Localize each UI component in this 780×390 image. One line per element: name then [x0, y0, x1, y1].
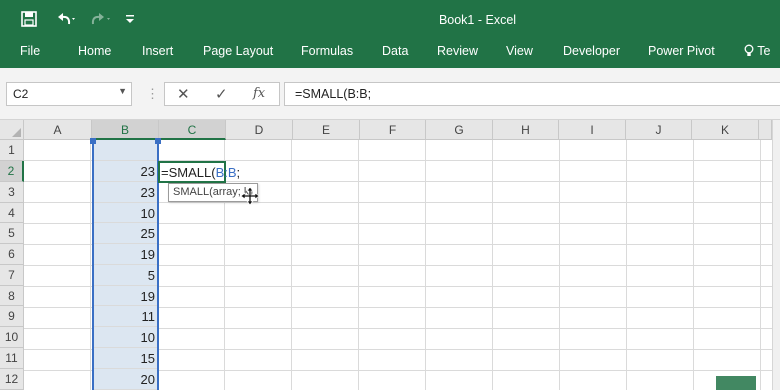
cancel-icon[interactable]: ✕ — [177, 85, 190, 103]
worksheet-grid[interactable]: A B C D E F G H I J K 1 2 3 4 5 6 7 8 9 … — [0, 120, 780, 390]
tab-view[interactable]: View — [506, 44, 533, 58]
cell-b5[interactable]: 25 — [92, 223, 159, 244]
column-header-f[interactable]: F — [360, 120, 426, 140]
sheet-view-icon — [716, 376, 756, 390]
row-header-2[interactable]: 2 — [0, 161, 24, 182]
cell-b6[interactable]: 19 — [92, 244, 159, 265]
formula-bar-buttons: ✕ ✓ fx — [164, 82, 280, 106]
column-header-c[interactable]: C — [159, 120, 226, 140]
cell-b11[interactable]: 15 — [92, 348, 159, 369]
formula-suffix: ; — [236, 165, 241, 180]
tab-page-layout[interactable]: Page Layout — [203, 44, 273, 58]
vertical-scrollbar[interactable] — [772, 120, 780, 390]
tab-data[interactable]: Data — [382, 44, 408, 58]
column-header-l[interactable] — [759, 120, 772, 140]
row-header-8[interactable]: 8 — [0, 286, 24, 306]
row-header-12[interactable]: 12 — [0, 369, 24, 390]
move-cursor-icon — [240, 186, 260, 211]
tell-me-label: Te — [757, 44, 771, 58]
column-header-h[interactable]: H — [493, 120, 559, 140]
tab-insert[interactable]: Insert — [142, 44, 173, 58]
tab-power-pivot[interactable]: Power Pivot — [648, 44, 715, 58]
row-header-11[interactable]: 11 — [0, 348, 24, 369]
cell-b8[interactable]: 19 — [92, 286, 159, 306]
select-all-corner[interactable] — [0, 120, 24, 140]
row-header-3[interactable]: 3 — [0, 182, 24, 203]
range-handle[interactable] — [90, 138, 96, 144]
formula-bar-resize-handle[interactable]: ⋮ — [146, 86, 159, 102]
formula-range-ref: B:B — [215, 165, 237, 180]
title-bar: Book1 - Excel — [0, 0, 780, 40]
column-header-g[interactable]: G — [426, 120, 493, 140]
formula-input[interactable]: =SMALL(B:B; — [284, 82, 780, 106]
enter-icon[interactable]: ✓ — [215, 85, 228, 103]
lightbulb-icon — [744, 44, 754, 56]
tab-file[interactable]: File — [20, 44, 40, 58]
column-header-k[interactable]: K — [692, 120, 759, 140]
row-header-10[interactable]: 10 — [0, 327, 24, 348]
cell-b1[interactable] — [92, 140, 159, 161]
row-header-5[interactable]: 5 — [0, 223, 24, 244]
tab-formulas[interactable]: Formulas — [301, 44, 353, 58]
cell-b12[interactable]: 20 — [92, 369, 159, 390]
range-handle[interactable] — [155, 138, 161, 144]
tell-me-box[interactable]: Te — [744, 44, 770, 58]
row-header-7[interactable]: 7 — [0, 265, 24, 286]
cell-b2[interactable]: 23 — [92, 161, 159, 182]
cell-b4[interactable]: 10 — [92, 203, 159, 223]
row-header-1[interactable]: 1 — [0, 140, 24, 161]
active-cell-c2[interactable]: =SMALL(B:B; — [158, 161, 240, 183]
formula-prefix: =SMALL( — [161, 165, 216, 180]
ribbon-tabs: File Home Insert Page Layout Formulas Da… — [0, 40, 780, 68]
column-header-b[interactable]: B — [92, 120, 159, 140]
window-title: Book1 - Excel — [438, 13, 517, 27]
row-header-9[interactable]: 9 — [0, 306, 24, 327]
insert-function-icon[interactable]: fx — [253, 86, 265, 101]
cell-b10[interactable]: 10 — [92, 327, 159, 348]
column-header-j[interactable]: J — [626, 120, 692, 140]
column-header-e[interactable]: E — [293, 120, 360, 140]
cell-b9[interactable]: 11 — [92, 306, 159, 327]
cell-b7[interactable]: 5 — [92, 265, 159, 286]
column-header-a[interactable]: A — [24, 120, 92, 140]
tab-home[interactable]: Home — [78, 44, 111, 58]
tab-developer[interactable]: Developer — [563, 44, 620, 58]
row-header-4[interactable]: 4 — [0, 203, 24, 223]
row-header-6[interactable]: 6 — [0, 244, 24, 265]
formula-bar-area: C2 ▼ ⋮ ✕ ✓ fx =SMALL(B:B; — [0, 68, 780, 120]
column-header-i[interactable]: I — [559, 120, 626, 140]
tab-review[interactable]: Review — [437, 44, 478, 58]
name-box[interactable]: C2 ▼ — [6, 82, 132, 106]
name-box-value: C2 — [13, 87, 29, 101]
chevron-down-icon[interactable]: ▼ — [118, 86, 127, 96]
column-header-d[interactable]: D — [226, 120, 293, 140]
cell-b3[interactable]: 23 — [92, 182, 159, 203]
